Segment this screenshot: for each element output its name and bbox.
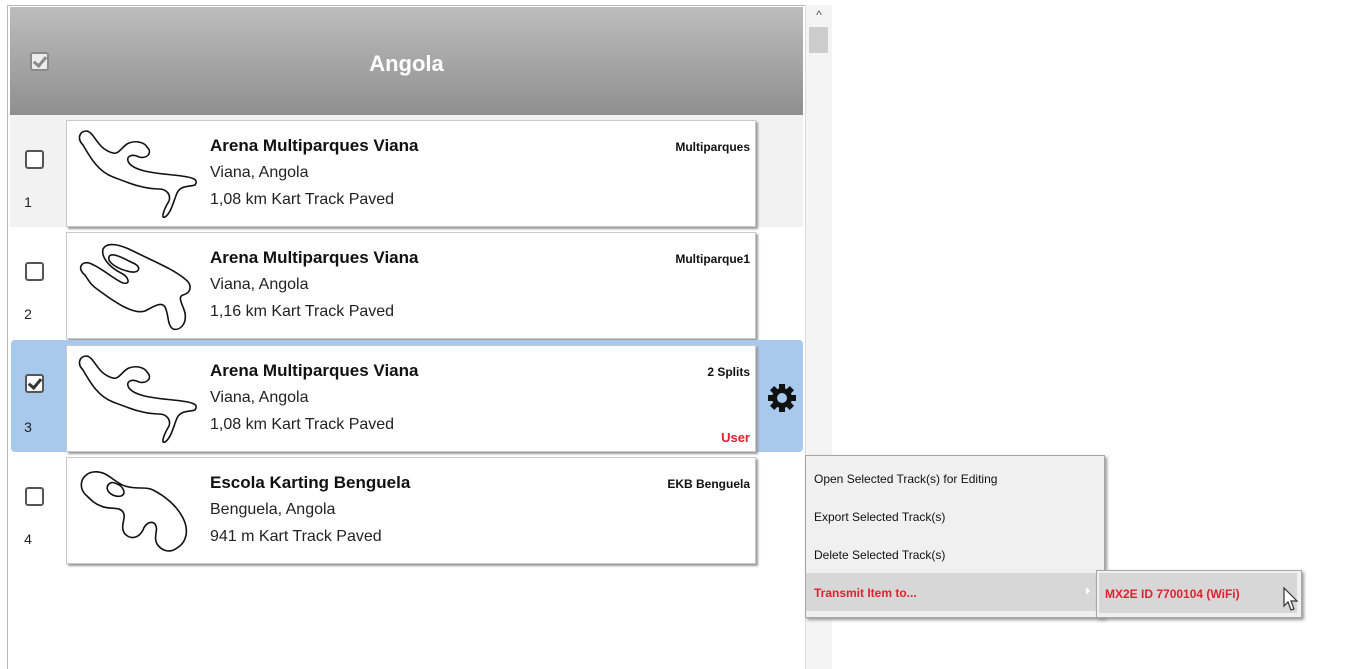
track-map-icon	[80, 471, 188, 552]
track-name: Arena Multiparques Viana	[210, 361, 419, 380]
track-tag: 2 Splits	[707, 365, 750, 379]
track-name: Escola Karting Benguela	[210, 473, 411, 492]
submenu-arrow-icon	[1086, 587, 1090, 595]
group-header[interactable]: Angola	[10, 7, 803, 115]
gear-icon[interactable]	[767, 383, 797, 413]
track-tag: Multiparque1	[675, 252, 750, 266]
track-location: Viana, Angola	[210, 276, 309, 293]
track-card[interactable]: Arena Multiparques Viana Viana, Angola 1…	[66, 232, 756, 339]
track-length: 1,08 km Kart Track Paved	[210, 191, 395, 208]
track-number: 1	[24, 194, 32, 210]
track-map-icon	[78, 130, 197, 219]
track-length: 1,08 km Kart Track Paved	[210, 416, 395, 433]
menu-item-delete[interactable]: Delete Selected Track(s)	[806, 535, 1102, 573]
menu-item-label: Open Selected Track(s) for Editing	[814, 472, 998, 486]
track-card[interactable]: Arena Multiparques Viana Viana, Angola 1…	[66, 120, 756, 227]
track-row[interactable]: 4 Escola Karting Benguela Benguela, Ango…	[10, 452, 803, 564]
track-map-icon	[79, 243, 191, 331]
track-location: Viana, Angola	[210, 164, 309, 181]
menu-item-label: Export Selected Track(s)	[814, 510, 946, 524]
user-badge: User	[721, 430, 750, 445]
context-menu: Open Selected Track(s) for Editing Expor…	[805, 455, 1105, 618]
track-checkbox[interactable]	[25, 262, 44, 281]
menu-item-label: Transmit Item to...	[814, 586, 917, 600]
track-tag: Multiparques	[675, 140, 750, 154]
menu-item-label: Delete Selected Track(s)	[814, 548, 946, 562]
submenu-item-device[interactable]: MX2E ID 7700104 (WiFi)	[1099, 573, 1297, 613]
track-checkbox[interactable]	[25, 374, 44, 393]
track-number: 3	[24, 419, 32, 435]
mouse-cursor-icon	[1283, 586, 1299, 611]
track-row-selected[interactable]: 3 Arena Multiparques Viana Viana, Angola…	[11, 340, 803, 452]
track-card[interactable]: Arena Multiparques Viana Viana, Angola 1…	[66, 345, 756, 452]
track-name: Arena Multiparques Viana	[210, 248, 419, 267]
track-length: 1,16 km Kart Track Paved	[210, 303, 395, 320]
track-location: Benguela, Angola	[210, 501, 336, 518]
submenu-item-label: MX2E ID 7700104 (WiFi)	[1105, 587, 1240, 601]
scroll-up-arrow[interactable]: ^	[806, 5, 832, 25]
track-map-icon	[78, 355, 197, 444]
track-row[interactable]: 1 Arena Multiparques Viana Viana, Angola…	[10, 115, 803, 227]
track-location: Viana, Angola	[210, 389, 309, 406]
track-checkbox[interactable]	[25, 150, 44, 169]
track-name: Arena Multiparques Viana	[210, 136, 419, 155]
track-tag: EKB Benguela	[667, 477, 750, 491]
scroll-thumb[interactable]	[809, 27, 828, 53]
menu-item-transmit[interactable]: Transmit Item to...	[806, 573, 1102, 611]
track-checkbox[interactable]	[25, 487, 44, 506]
track-length: 941 m Kart Track Paved	[210, 528, 382, 545]
group-title: Angola	[369, 51, 444, 76]
menu-item-export[interactable]: Export Selected Track(s)	[806, 497, 1102, 535]
track-row[interactable]: 2 Arena Multiparques Viana Viana, Angola…	[10, 227, 803, 339]
track-number: 4	[24, 531, 32, 547]
menu-item-open-editing[interactable]: Open Selected Track(s) for Editing	[806, 459, 1102, 497]
transmit-submenu: MX2E ID 7700104 (WiFi)	[1096, 570, 1302, 618]
track-number: 2	[24, 306, 32, 322]
track-card[interactable]: Escola Karting Benguela Benguela, Angola…	[66, 457, 756, 564]
